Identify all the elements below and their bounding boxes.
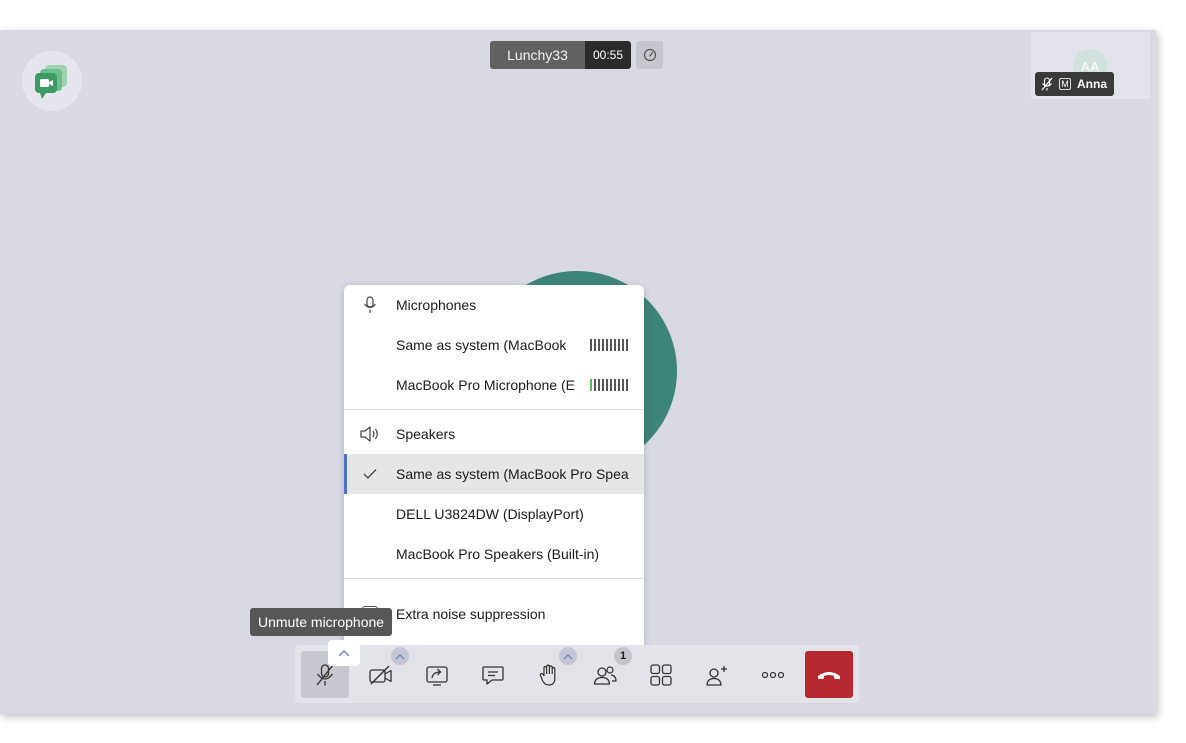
- speaker-option[interactable]: DELL U3824DW (DisplayPort): [344, 494, 644, 534]
- video-settings-caret[interactable]: [391, 647, 409, 665]
- call-timer: 00:55: [585, 41, 631, 69]
- microphones-heading: Microphones: [344, 285, 644, 325]
- room-name: Lunchy33: [490, 41, 585, 69]
- participants-count-badge: 1: [614, 647, 632, 665]
- video-chat-logo-icon: [35, 65, 67, 99]
- hang-up-button[interactable]: [805, 651, 853, 698]
- participant-name: Anna: [1077, 77, 1107, 91]
- audio-level-meter: [590, 379, 628, 391]
- menu-divider: [344, 578, 644, 579]
- grid-view-icon: [650, 663, 672, 686]
- audio-settings-caret[interactable]: [328, 640, 360, 666]
- room-info-bar: Lunchy33 00:55: [490, 41, 663, 69]
- chat-button[interactable]: [469, 651, 517, 698]
- tile-view-button[interactable]: [637, 651, 685, 698]
- microphone-muted-icon: [316, 663, 334, 685]
- speaker-icon: [360, 426, 378, 442]
- speedometer-icon: [643, 48, 656, 62]
- microphone-icon: [364, 296, 376, 313]
- speaker-option-selected[interactable]: Same as system (MacBook Pro Spea: [344, 454, 644, 494]
- hang-up-phone-icon: [818, 671, 840, 679]
- add-person-icon: [706, 665, 727, 686]
- mic-muted-icon: [1041, 77, 1053, 91]
- microphone-option[interactable]: Same as system (MacBook: [344, 325, 644, 365]
- checkmark-icon: [363, 469, 377, 479]
- chevron-up-icon: [338, 650, 350, 657]
- moderator-badge: M: [1059, 78, 1071, 90]
- chat-bubble-icon: [482, 665, 504, 685]
- menu-divider: [344, 409, 644, 410]
- reactions-caret[interactable]: [559, 647, 577, 665]
- call-toolbar: 1: [295, 640, 859, 703]
- more-dots-icon: [761, 671, 785, 678]
- microphone-option[interactable]: MacBook Pro Microphone (E: [344, 365, 644, 405]
- chevron-up-icon: [395, 653, 405, 659]
- participant-label: M Anna: [1035, 72, 1114, 96]
- unmute-tooltip: Unmute microphone: [250, 608, 393, 636]
- app-logo: [22, 51, 82, 111]
- raise-hand-icon: [539, 663, 556, 686]
- speaker-option[interactable]: MacBook Pro Speakers (Built-in): [344, 534, 644, 574]
- audio-level-meter: [590, 339, 628, 351]
- screen-share-button[interactable]: [413, 651, 461, 698]
- audio-settings-menu: Microphones Same as system (MacBook MacB…: [344, 285, 644, 645]
- screen-share-icon: [426, 665, 448, 686]
- participants-icon: [593, 665, 617, 685]
- speakers-heading: Speakers: [344, 414, 644, 454]
- invite-people-button[interactable]: [693, 651, 741, 698]
- more-actions-button[interactable]: [749, 651, 797, 698]
- camera-off-icon: [369, 665, 392, 684]
- participant-thumbnail[interactable]: AA M Anna: [1031, 32, 1150, 99]
- connection-stats-button[interactable]: [636, 41, 663, 69]
- chevron-up-icon: [563, 653, 573, 659]
